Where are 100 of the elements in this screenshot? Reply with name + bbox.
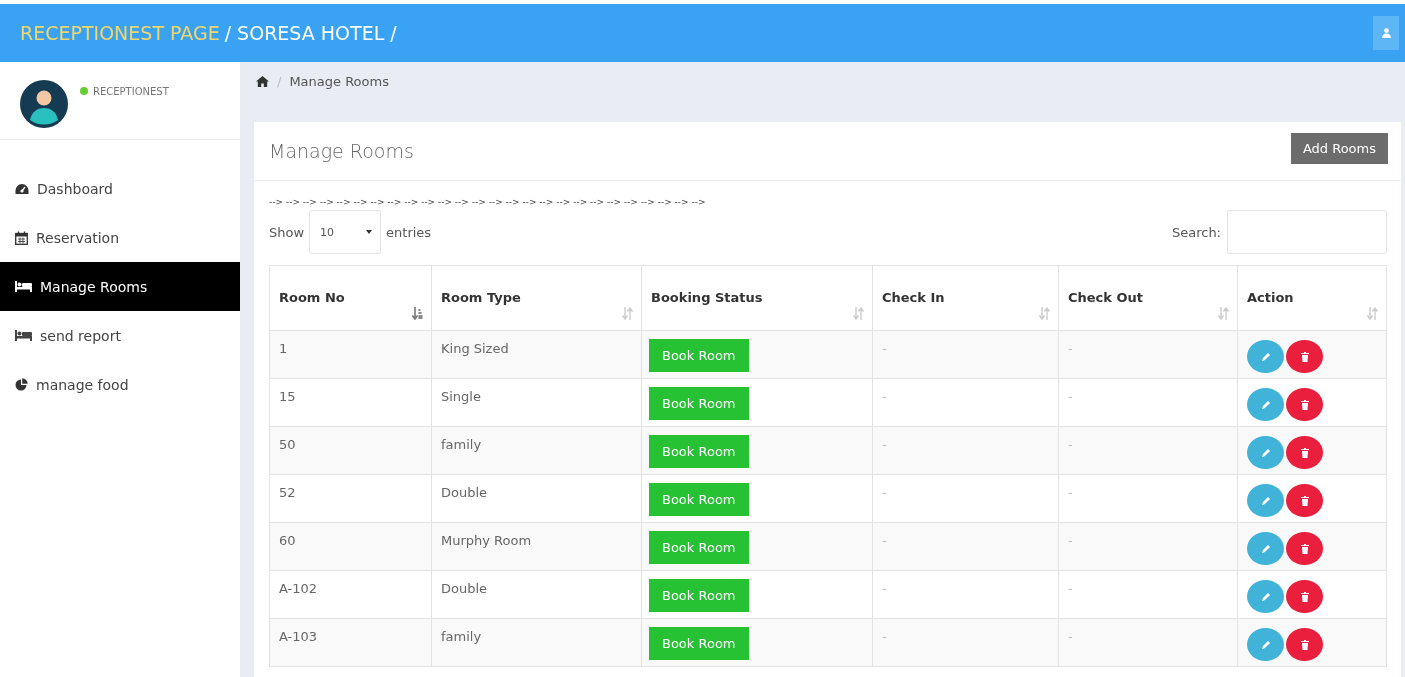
- pencil-icon: [1260, 639, 1271, 650]
- card-title: Manage Rooms: [269, 140, 414, 162]
- table-cell: -: [1058, 570, 1238, 619]
- edit-button[interactable]: [1247, 532, 1284, 565]
- edit-button[interactable]: [1247, 484, 1284, 517]
- calendar-icon: [15, 230, 28, 245]
- table-cell: 50: [269, 426, 432, 475]
- table-cell: 1: [269, 330, 432, 379]
- delete-button[interactable]: [1286, 484, 1323, 517]
- table-cell: 15: [269, 378, 432, 427]
- delete-button[interactable]: [1286, 532, 1323, 565]
- pencil-icon: [1260, 447, 1271, 458]
- caret-icon: [366, 230, 373, 234]
- pie-chart-icon: [15, 378, 28, 391]
- sort-icon[interactable]: [1218, 307, 1229, 320]
- breadcrumb-separator: /: [277, 73, 282, 89]
- delete-button[interactable]: [1286, 388, 1323, 421]
- table-cell: Double: [431, 570, 642, 619]
- table-cell: 52: [269, 474, 432, 523]
- pencil-icon: [1260, 495, 1271, 506]
- column-header[interactable]: Room Type: [431, 265, 642, 331]
- table-cell: -: [872, 426, 1059, 475]
- table-cell: -: [872, 522, 1059, 571]
- avatar-icon: [20, 80, 68, 128]
- sidebar-item-label: manage food: [36, 376, 129, 393]
- table-cell: -: [1058, 378, 1238, 427]
- edit-button[interactable]: [1247, 388, 1284, 421]
- trash-icon: [1300, 543, 1309, 554]
- pencil-icon: [1260, 591, 1271, 602]
- table-cell: -: [872, 378, 1059, 427]
- table-cell: family: [431, 618, 642, 667]
- table-cell: Double: [431, 474, 642, 523]
- bed-icon: [15, 281, 32, 292]
- table-cell: Single: [431, 378, 642, 427]
- edit-button[interactable]: [1247, 628, 1284, 661]
- column-header[interactable]: Booking Status: [641, 265, 873, 331]
- table-cell: -: [872, 330, 1059, 379]
- trash-icon: [1300, 447, 1309, 458]
- column-header[interactable]: Action: [1237, 265, 1387, 331]
- trash-icon: [1300, 591, 1309, 602]
- sidebar-item-label: Manage Rooms: [40, 278, 148, 295]
- column-header[interactable]: Check Out: [1058, 265, 1238, 331]
- table-cell: -: [1058, 474, 1238, 523]
- sidebar-item-label: Reservation: [36, 229, 120, 246]
- sidebar-item[interactable]: send report: [0, 311, 240, 360]
- sidebar-item-label: send report: [40, 327, 121, 344]
- page-title: RECEPTIONEST PAGE: [20, 22, 220, 44]
- trash-icon: [1300, 495, 1309, 506]
- delete-button[interactable]: [1286, 340, 1323, 373]
- table-cell: -: [1058, 330, 1238, 379]
- sidebar-item[interactable]: Manage Rooms: [0, 262, 240, 311]
- table-cell: A-102: [269, 570, 432, 619]
- trash-icon: [1300, 639, 1309, 650]
- edit-button[interactable]: [1247, 340, 1284, 373]
- sort-icon[interactable]: [1367, 307, 1378, 320]
- add-rooms-button[interactable]: Add Rooms: [1290, 132, 1388, 164]
- entries-select[interactable]: 10: [309, 210, 382, 254]
- column-header[interactable]: Room No: [269, 265, 432, 331]
- sidebar-item[interactable]: Reservation: [0, 213, 240, 262]
- sidebar-item-label: Dashboard: [37, 180, 113, 197]
- entries-label: entries: [386, 224, 432, 240]
- table-cell: -: [1058, 618, 1238, 667]
- sort-ascending-icon[interactable]: [412, 307, 423, 320]
- sort-icon[interactable]: [1039, 307, 1050, 320]
- sidebar-item[interactable]: manage food: [0, 360, 240, 409]
- user-icon: [1381, 28, 1391, 38]
- table-cell: family: [431, 426, 642, 475]
- table-cell: King Sized: [431, 330, 642, 379]
- user-role: RECEPTIONEST: [93, 85, 169, 97]
- show-label: Show: [269, 224, 305, 240]
- user-button[interactable]: [1373, 16, 1399, 50]
- dashboard-icon: [15, 182, 29, 195]
- hotel-name: / SORESA HOTEL /: [224, 22, 397, 44]
- bed-icon: [15, 330, 32, 341]
- breadcrumb-current: Manage Rooms: [289, 73, 389, 89]
- sort-icon[interactable]: [853, 307, 864, 320]
- delete-button[interactable]: [1286, 628, 1323, 661]
- pencil-icon: [1260, 399, 1271, 410]
- home-icon[interactable]: [256, 75, 269, 87]
- delete-button[interactable]: [1286, 436, 1323, 469]
- sort-icon[interactable]: [622, 307, 633, 320]
- sidebar-item[interactable]: Dashboard: [0, 164, 240, 213]
- pencil-icon: [1260, 543, 1271, 554]
- edit-button[interactable]: [1247, 436, 1284, 469]
- table-cell: -: [872, 474, 1059, 523]
- search-label: Search:: [1171, 224, 1221, 240]
- column-header[interactable]: Check In: [872, 265, 1059, 331]
- table-cell: -: [1058, 426, 1238, 475]
- table-cell: -: [872, 618, 1059, 667]
- table-cell: Murphy Room: [431, 522, 642, 571]
- table-cell: -: [872, 570, 1059, 619]
- stray-text: --> --> --> --> --> --> --> --> --> --> --> --> --> --> --> --> --> --> --> --> --> --> --> --> --> -->: [269, 197, 707, 207]
- delete-button[interactable]: [1286, 580, 1323, 613]
- pencil-icon: [1260, 351, 1271, 362]
- edit-button[interactable]: [1247, 580, 1284, 613]
- table-cell: 60: [269, 522, 432, 571]
- search-field[interactable]: [1227, 210, 1387, 254]
- trash-icon: [1300, 399, 1309, 410]
- table-cell: -: [1058, 522, 1238, 571]
- trash-icon: [1300, 351, 1309, 362]
